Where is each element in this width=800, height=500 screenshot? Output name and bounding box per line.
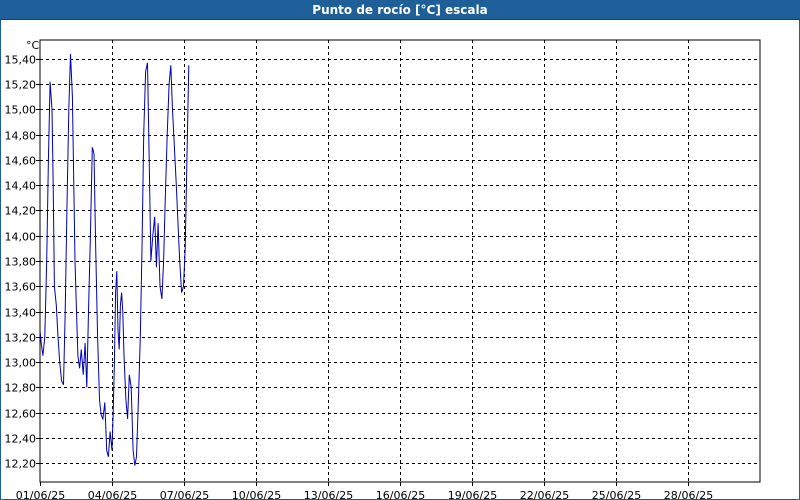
- y-tick-label: 14,80: [5, 130, 37, 143]
- y-tick-label: 13,80: [5, 256, 37, 269]
- y-tick-label: 13,00: [5, 357, 37, 370]
- x-tick-label: 04/06/25: [88, 489, 137, 500]
- y-tick-label: 13,20: [5, 332, 37, 345]
- y-tick-label: 13,40: [5, 307, 37, 320]
- y-axis-unit-label: °C: [26, 39, 40, 52]
- y-tick-label: 13,60: [5, 281, 37, 294]
- x-tick-label: 19/06/25: [448, 489, 497, 500]
- x-axis-ticks: 01/06/25 04/06/25 07/06/25 10/06/25 13/06/25…: [16, 482, 713, 500]
- dew-point-chart: °C 12,20 12,40 12,60 12,80 13,00 13,20 13,40 13…: [5, 39, 761, 500]
- y-tick-label: 15,00: [5, 104, 37, 117]
- y-tick-label: 12,80: [5, 382, 37, 395]
- y-tick-label: 15,20: [5, 79, 37, 92]
- y-tick-label: 14,00: [5, 231, 37, 244]
- x-tick-label: 22/06/25: [520, 489, 569, 500]
- y-tick-label: 15,40: [5, 54, 37, 67]
- x-tick-label: 16/06/25: [376, 489, 425, 500]
- y-tick-label: 14,40: [5, 180, 37, 193]
- y-tick-label: 12,40: [5, 433, 37, 446]
- x-tick-label: 10/06/25: [232, 489, 281, 500]
- x-tick-label: 01/06/25: [16, 489, 65, 500]
- x-tick-label: 13/06/25: [304, 489, 353, 500]
- y-tick-label: 14,20: [5, 205, 37, 218]
- x-tick-label: 07/06/25: [160, 489, 209, 500]
- y-tick-label: 12,20: [5, 458, 37, 471]
- y-tick-label: 14,60: [5, 155, 37, 168]
- x-tick-label: 25/06/25: [592, 489, 641, 500]
- y-tick-label: 12,60: [5, 408, 37, 421]
- chart-title: Punto de rocío [°C] escala: [0, 0, 800, 20]
- y-axis-ticks: 12,20 12,40 12,60 12,80 13,00 13,20 13,40 13,60…: [5, 54, 40, 471]
- x-tick-label: 28/06/25: [664, 489, 713, 500]
